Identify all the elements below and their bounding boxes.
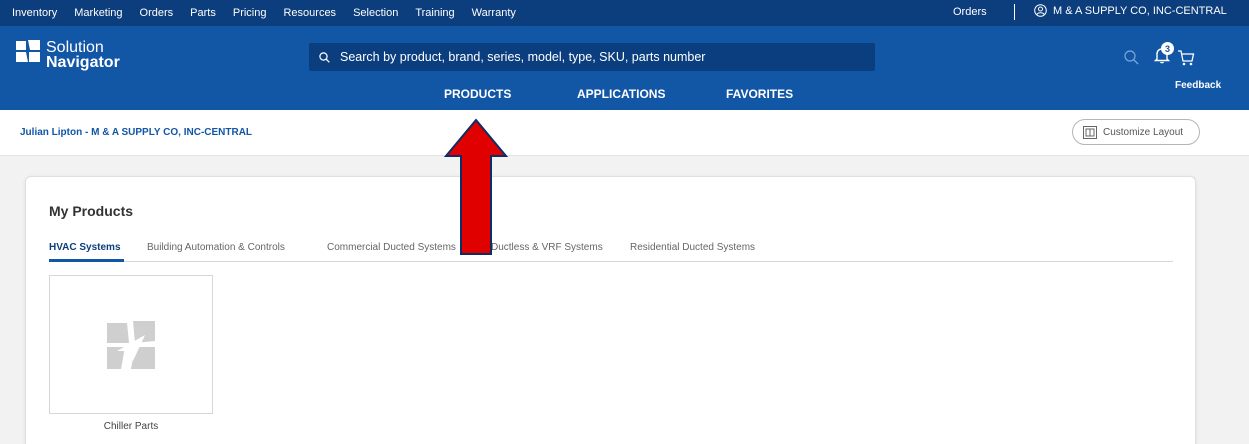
nav-favorites[interactable]: FAVORITES <box>726 87 793 101</box>
divider <box>1014 4 1015 20</box>
tab-residential-ducted[interactable]: Residential Ducted Systems <box>630 242 755 253</box>
top-nav-warranty[interactable]: Warranty <box>472 7 516 19</box>
customize-layout-button[interactable]: Customize Layout <box>1072 119 1200 145</box>
main-header: Solution Navigator PRODUCTS APPLICATIONS… <box>0 26 1249 110</box>
product-tabs: HVAC Systems Building Automation & Contr… <box>49 240 1173 262</box>
product-tile[interactable] <box>49 275 213 414</box>
section-title: My Products <box>49 203 134 219</box>
search-icon[interactable] <box>1124 50 1139 65</box>
red-arrow-annotation <box>443 118 509 255</box>
top-utility-bar: Inventory Marketing Orders Parts Pricing… <box>0 0 1249 26</box>
nav-products[interactable]: PRODUCTS <box>444 87 511 101</box>
main-nav: PRODUCTS APPLICATIONS FAVORITES <box>0 87 1249 105</box>
tab-hvac-systems[interactable]: HVAC Systems <box>49 242 121 253</box>
search-input[interactable] <box>340 50 860 64</box>
search-bar[interactable] <box>309 43 875 71</box>
breadcrumb[interactable]: Julian Lipton - M & A SUPPLY CO, INC-CEN… <box>20 127 252 138</box>
top-nav-resources[interactable]: Resources <box>283 7 336 19</box>
top-nav-selection[interactable]: Selection <box>353 7 398 19</box>
sub-header: Julian Lipton - M & A SUPPLY CO, INC-CEN… <box>0 110 1249 156</box>
cart-icon[interactable] <box>1177 49 1195 67</box>
top-nav-inventory[interactable]: Inventory <box>12 7 57 19</box>
top-nav-orders[interactable]: Orders <box>140 7 174 19</box>
logo-mark-icon <box>16 40 40 62</box>
header-icons: 3 <box>1124 42 1195 69</box>
top-nav-parts[interactable]: Parts <box>190 7 216 19</box>
top-nav-marketing[interactable]: Marketing <box>74 7 122 19</box>
user-circle-icon <box>1034 4 1047 17</box>
notification-count-badge: 3 <box>1161 42 1174 55</box>
user-account-menu[interactable]: M & A SUPPLY CO, INC-CENTRAL <box>1034 4 1227 17</box>
my-products-card: My Products HVAC Systems Building Automa… <box>25 176 1196 444</box>
logo-line2: Navigator <box>46 54 120 71</box>
product-tile-label: Chiller Parts <box>103 421 159 432</box>
layout-icon <box>1083 125 1097 139</box>
feedback-link[interactable]: Feedback <box>1175 80 1221 91</box>
orders-link[interactable]: Orders <box>953 6 987 18</box>
active-tab-indicator <box>49 259 124 262</box>
logo-line1: Solution <box>46 39 104 56</box>
product-placeholder-icon <box>107 320 155 369</box>
user-company-name: M & A SUPPLY CO, INC-CENTRAL <box>1053 4 1227 17</box>
top-nav-training[interactable]: Training <box>415 7 454 19</box>
top-nav: Inventory Marketing Orders Parts Pricing… <box>12 0 533 26</box>
solution-navigator-logo[interactable]: Solution Navigator <box>16 39 120 71</box>
tab-commercial-ducted[interactable]: Commercial Ducted Systems <box>327 242 456 253</box>
search-icon <box>319 51 330 63</box>
customize-layout-label: Customize Layout <box>1103 126 1184 138</box>
notifications-button[interactable]: 3 <box>1153 42 1174 69</box>
top-nav-pricing[interactable]: Pricing <box>233 7 267 19</box>
tab-building-automation[interactable]: Building Automation & Controls <box>147 242 285 253</box>
nav-applications[interactable]: APPLICATIONS <box>577 87 665 101</box>
